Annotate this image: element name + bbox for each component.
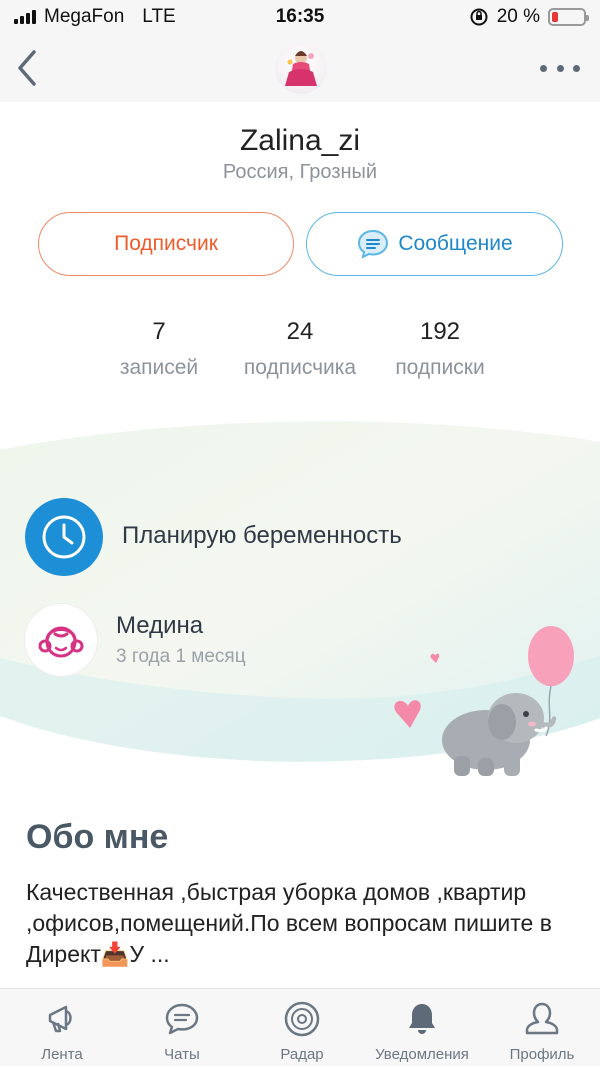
battery-percent: 20 % <box>496 6 540 27</box>
child-name: Медина <box>116 612 204 639</box>
more-options-button[interactable] <box>540 54 580 82</box>
avatar[interactable] <box>275 42 327 94</box>
tab-label: Чаты <box>164 1046 200 1063</box>
planning-status-text: Планирую беременность <box>122 522 402 549</box>
tab-notifications[interactable]: Уведомления <box>362 989 482 1066</box>
tab-label: Профиль <box>509 1046 575 1063</box>
tab-label: Радар <box>280 1046 324 1063</box>
dot-icon <box>540 64 547 72</box>
stat-value: 192 <box>419 318 461 345</box>
dot-icon <box>573 64 580 72</box>
subscribed-button[interactable]: Подписчик <box>38 212 294 276</box>
status-bar: MegaFon LTE 16:35 20 % <box>0 0 600 34</box>
child-age: 3 года 1 месяц <box>116 646 246 667</box>
about-title: Обо мне <box>26 818 169 856</box>
chevron-left-icon <box>18 50 36 86</box>
stat-posts[interactable]: 7 записей <box>98 318 220 380</box>
dot-icon <box>556 64 564 72</box>
tab-feed[interactable]: Лента <box>2 989 122 1066</box>
planning-status-icon <box>25 498 103 576</box>
chat-icon <box>165 1003 199 1035</box>
child-avatar <box>25 604 97 676</box>
stat-label: записей <box>119 356 199 379</box>
status-right: 20 % <box>469 6 589 28</box>
stat-label: подписки <box>395 356 485 379</box>
radar-icon <box>284 1001 320 1037</box>
tab-label: Уведомления <box>375 1046 469 1063</box>
about-text[interactable]: Качественная ,быстрая уборка домов ,квар… <box>26 877 566 970</box>
tab-label: Лента <box>41 1046 83 1063</box>
profile-stats: 7 записей 24 подписчика 192 подписки <box>0 318 600 388</box>
nav-bar <box>0 34 600 102</box>
battery-level <box>552 12 558 22</box>
stat-value: 7 <box>152 318 166 345</box>
message-icon <box>358 229 389 259</box>
profile-icon <box>525 1002 559 1035</box>
message-button[interactable]: Сообщение <box>306 212 563 276</box>
stat-following[interactable]: 192 подписки <box>380 318 500 380</box>
status-area: Планирую беременность Медина 3 года 1 ме… <box>0 418 600 776</box>
tab-radar[interactable]: Радар <box>242 989 362 1066</box>
subscribed-button-label: Подписчик <box>114 232 218 255</box>
tab-bar: Лента Чаты Радар Уведомления Профиль <box>0 988 600 1066</box>
clock-icon <box>42 515 86 559</box>
stat-label: подписчика <box>243 356 357 379</box>
avatar-image <box>285 51 317 86</box>
tab-chats[interactable]: Чаты <box>122 989 242 1066</box>
stat-value: 24 <box>286 318 314 345</box>
back-button[interactable] <box>10 46 50 90</box>
girl-face-icon <box>38 626 84 658</box>
username: Zalina_zi <box>239 124 361 157</box>
message-button-label: Сообщение <box>398 232 513 255</box>
megaphone-icon <box>48 1005 72 1033</box>
tab-profile[interactable]: Профиль <box>482 989 600 1066</box>
elephant-balloon-illustration <box>394 626 574 776</box>
battery-icon <box>548 8 589 26</box>
stat-followers[interactable]: 24 подписчика <box>226 318 374 380</box>
bell-icon <box>409 1004 435 1034</box>
orientation-lock-icon <box>470 8 488 26</box>
location: Россия, Грозный <box>222 161 378 183</box>
